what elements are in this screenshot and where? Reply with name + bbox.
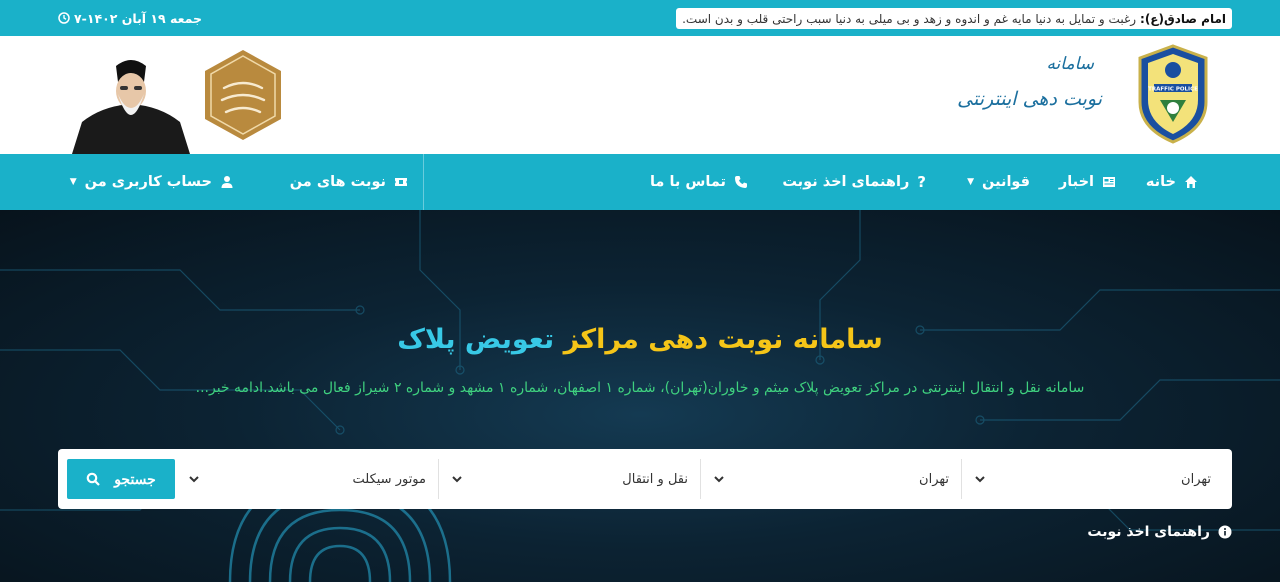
nav-guide-label: راهنمای اخذ نوبت [782,174,910,190]
top-bar: امام صادق(ع): رغبت و تمایل به دنیا مایه … [0,0,1280,36]
province-value: تهران [1181,471,1211,487]
daily-quote: امام صادق(ع): رغبت و تمایل به دنیا مایه … [676,8,1232,29]
police-badge-text: TRAFFIC POLICE [1148,87,1198,93]
nav-guide[interactable]: ? راهنمای اخذ نوبت [782,154,926,210]
year-slogan-emblem [205,50,281,140]
ticket-icon [395,178,407,186]
nav-my-account[interactable]: حساب کاربری من ▼ [70,154,234,210]
search-button[interactable]: جستجو [67,459,175,499]
brand-line-2: نوبت دهی اینترنتی [957,88,1102,110]
nav-home-label: خانه [1145,174,1176,190]
hero-subtitle-text: سامانه نقل و انتقال اینترنتی در مراکز تع… [263,380,1085,396]
chevron-down-icon [975,476,985,483]
question-icon: ? [917,173,926,191]
info-icon [1218,525,1232,539]
nav-my-account-label: حساب کاربری من [84,174,212,190]
nav-news-label: اخبار [1058,174,1094,190]
hero-title: سامانه نوبت دهی مراکز تعویض پلاک [0,324,1280,355]
hero-subtitle: سامانه نقل و انتقال اینترنتی در مراکز تع… [0,380,1280,396]
read-more-link[interactable]: ادامه خبر... [196,380,263,396]
user-icon [221,176,233,188]
leader-portrait [72,60,190,154]
chevron-down-icon [714,476,724,483]
nav-divider [423,154,424,210]
service-select[interactable]: نقل و انتقال [438,459,700,499]
hero-title-part-2: تعویض پلاک [397,324,555,355]
traffic-police-logo[interactable]: TRAFFIC POLICE [1134,44,1212,144]
vehicle-value: موتور سیکلت [352,471,427,487]
quote-label: امام صادق(ع): [1140,11,1226,26]
appointment-guide-link[interactable]: راهنمای اخذ نوبت [1087,524,1232,540]
caret-down-icon: ▼ [967,177,975,187]
brand-line-1: سامانه [1046,54,1094,74]
nav-news[interactable]: اخبار [1059,154,1116,210]
hero-section: سامانه نوبت دهی مراکز تعویض پلاک سامانه … [0,210,1280,582]
search-button-label: جستجو [114,470,156,487]
newspaper-icon [1103,177,1115,187]
site-header: TRAFFIC POLICE سامانه نوبت دهی اینترنتی [0,36,1280,154]
search-bar: تهران تهران نقل و انتقال موتور سیکلت جست… [58,449,1232,509]
date-text: جمعه ۱۹ آبان ۱۴۰۲-۷ [74,10,203,26]
nav-contact[interactable]: تماس با ما [650,154,748,210]
nav-home[interactable]: خانه [1146,154,1198,210]
main-navigation: خانه اخبار قوانین ▼ ? راهنمای اخذ نوبت ت… [0,154,1280,210]
quote-text: رغبت و تمایل به دنیا مایه غم و اندوه و ز… [682,11,1137,26]
vehicle-type-select[interactable]: موتور سیکلت [176,459,438,499]
caret-down-icon: ▼ [69,177,77,187]
site-brand[interactable]: سامانه نوبت دهی اینترنتی [957,54,1102,134]
nav-rules[interactable]: قوانین ▼ [967,154,1030,210]
nav-my-appointments[interactable]: نوبت های من [290,154,408,210]
city-value: تهران [919,471,949,487]
chevron-down-icon [452,476,462,483]
home-icon [1185,176,1197,188]
clock-icon [58,12,70,24]
province-select[interactable]: تهران [961,459,1223,499]
search-icon [86,472,100,486]
current-date: جمعه ۱۹ آبان ۱۴۰۲-۷ [58,8,202,28]
city-select[interactable]: تهران [700,459,961,499]
appointment-guide-label: راهنمای اخذ نوبت [1087,524,1210,540]
nav-my-appointments-label: نوبت های من [289,174,386,190]
nav-contact-label: تماس با ما [649,174,726,190]
chevron-down-icon [189,476,199,483]
phone-icon [735,176,747,188]
service-value: نقل و انتقال [622,471,688,487]
nav-rules-label: قوانین [982,174,1030,190]
hero-title-part-1: سامانه نوبت دهی مراکز [563,324,883,355]
